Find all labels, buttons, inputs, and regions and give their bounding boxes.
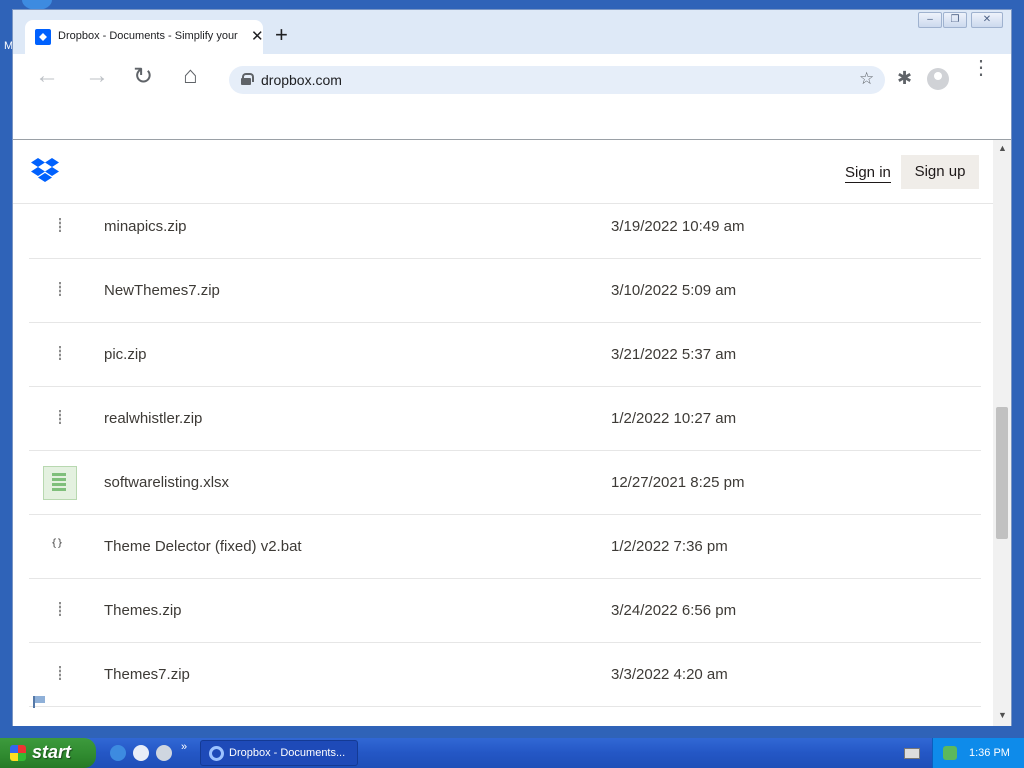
file-row[interactable]: minapics.zip 3/19/2022 10:49 am (29, 195, 981, 259)
file-date: 3/19/2022 10:49 am (611, 218, 745, 235)
file-row[interactable]: softwarelisting.xlsx 12/27/2021 8:25 pm (29, 451, 981, 515)
taskbar: start » Dropbox - Documents... 1:36 PM (0, 738, 1024, 768)
media-player-icon[interactable] (156, 745, 172, 761)
browser-task-icon (209, 746, 224, 761)
zip-file-icon (59, 666, 61, 680)
zip-file-icon (59, 602, 61, 616)
file-row[interactable]: Themes7.zip 3/3/2022 4:20 am (29, 643, 981, 707)
profile-avatar-icon[interactable] (927, 68, 949, 90)
file-date: 3/21/2022 5:37 am (611, 346, 737, 363)
sign-up-button[interactable]: Sign up (901, 155, 979, 189)
file-icon (45, 278, 75, 304)
file-row[interactable]: pic.zip 3/21/2022 5:37 am (29, 323, 981, 387)
tab-title: Dropbox - Documents - Simplify your (58, 30, 238, 42)
file-name[interactable]: Themes.zip (104, 602, 182, 619)
file-icon (45, 662, 75, 688)
zip-file-icon (59, 410, 61, 424)
code-file-icon: {} (51, 538, 64, 549)
tab-close-icon[interactable]: ✕ (251, 27, 264, 45)
quicklaunch-more-icon[interactable]: » (181, 741, 187, 753)
zip-file-icon (59, 218, 61, 232)
file-date: 3/24/2022 6:56 pm (611, 602, 737, 619)
scroll-down-icon[interactable]: ▼ (998, 710, 1007, 720)
zip-file-icon (59, 282, 61, 296)
file-row[interactable]: Themes.zip 3/24/2022 6:56 pm (29, 579, 981, 643)
dropbox-favicon-icon (35, 29, 51, 45)
file-icon (45, 598, 75, 624)
tab-strip: Dropbox - Documents - Simplify your ✕ + … (13, 10, 1011, 54)
browser-quicklaunch-icon[interactable] (133, 745, 149, 761)
clock[interactable]: 1:36 PM (969, 747, 1010, 759)
file-date: 1/2/2022 7:36 pm (611, 538, 728, 555)
file-icon (43, 466, 77, 500)
page-scrollbar[interactable]: ▲ ▼ (993, 140, 1011, 726)
file-name[interactable]: Themes7.zip (104, 666, 190, 683)
taskbar-dropbox-button[interactable]: Dropbox - Documents... (200, 740, 358, 766)
file-date: 3/10/2022 5:09 am (611, 282, 737, 299)
start-button[interactable]: start (0, 738, 96, 768)
minimize-button[interactable]: ‒ (918, 12, 942, 28)
scroll-thumb[interactable] (996, 407, 1008, 539)
tab-dropbox[interactable]: Dropbox - Documents - Simplify your ✕ (25, 20, 264, 54)
file-row[interactable]: NewThemes7.zip 3/10/2022 5:09 am (29, 259, 981, 323)
file-name[interactable]: minapics.zip (104, 218, 187, 235)
keyboard-icon[interactable] (904, 748, 920, 759)
file-name[interactable]: realwhistler.zip (104, 410, 202, 427)
forward-icon[interactable]: → (85, 62, 109, 90)
file-name[interactable]: NewThemes7.zip (104, 282, 220, 299)
file-icon (45, 342, 75, 368)
file-name[interactable]: Theme Delector (fixed) v2.bat (104, 538, 302, 555)
file-date: 3/3/2022 4:20 am (611, 666, 728, 683)
address-bar[interactable]: dropbox.com ☆ (229, 66, 885, 94)
dropbox-page: Sign in Sign up minapics.zip 3/19/2022 1… (13, 140, 993, 726)
file-row[interactable]: {} Theme Delector (fixed) v2.bat 1/2/202… (29, 515, 981, 579)
home-icon[interactable]: ⌂ (183, 62, 198, 90)
bookmark-star-icon[interactable]: ☆ (859, 69, 874, 89)
file-icon: {} (45, 534, 75, 560)
reload-icon[interactable]: ↻ (133, 62, 153, 91)
file-icon (45, 214, 75, 240)
lock-icon[interactable] (241, 73, 254, 85)
file-date: 12/27/2021 8:25 pm (611, 474, 745, 491)
back-icon[interactable]: ← (35, 62, 59, 90)
file-icon (45, 406, 75, 432)
extensions-icon[interactable]: ✱ (897, 68, 912, 89)
scroll-up-icon[interactable]: ▲ (998, 143, 1007, 153)
restore-button[interactable]: ❐ (943, 12, 967, 28)
task-label: Dropbox - Documents... (229, 747, 346, 759)
browser-menu-icon[interactable]: ⋮ (971, 58, 991, 78)
file-name[interactable]: pic.zip (104, 346, 147, 363)
file-date: 1/2/2022 10:27 am (611, 410, 737, 427)
url-text[interactable]: dropbox.com (261, 72, 342, 88)
internet-explorer-icon[interactable] (110, 745, 126, 761)
browser-window: Dropbox - Documents - Simplify your ✕ + … (12, 9, 1012, 726)
sign-in-link[interactable]: Sign in (845, 164, 891, 183)
start-label: start (32, 742, 72, 762)
file-row[interactable]: realwhistler.zip 1/2/2022 10:27 am (29, 387, 981, 451)
file-name[interactable]: softwarelisting.xlsx (104, 474, 229, 491)
spreadsheet-file-icon (43, 466, 77, 500)
feedback-flag-icon[interactable] (33, 696, 45, 708)
window-close-button[interactable]: ✕ (971, 12, 1003, 28)
system-tray: 1:36 PM (932, 738, 1024, 768)
new-tab-button[interactable]: + (275, 24, 288, 46)
dropbox-logo-icon[interactable] (31, 158, 59, 182)
network-icon[interactable] (943, 746, 957, 760)
zip-file-icon (59, 346, 61, 360)
file-list: minapics.zip 3/19/2022 10:49 am NewTheme… (29, 195, 981, 707)
browser-toolbar: ← → ↻ ⌂ dropbox.com ☆ ✱ ⋮ (13, 54, 1011, 108)
windows-logo-icon (10, 745, 26, 761)
